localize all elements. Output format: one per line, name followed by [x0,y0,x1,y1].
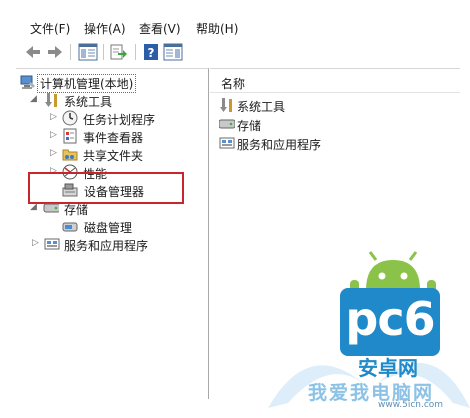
tree-item-storage[interactable]: ◢ 存储 [30,199,200,217]
expand-arrow-icon[interactable]: ▷ [50,130,57,140]
column-header-name[interactable]: 名称 [210,70,460,93]
system-tools-icon [45,93,57,107]
expand-arrow-icon[interactable]: ▷ [32,238,39,248]
tree-item-task-scheduler[interactable]: ▷ 任务计划程序 [50,109,200,127]
pc6-logo: pc6 [340,288,440,356]
toolbar-separator [103,44,104,60]
column-header-label: 名称 [221,77,246,91]
toolbar: ? [0,38,470,66]
list-item-label: 系统工具 [237,100,286,114]
list-item-label: 存储 [237,119,262,133]
tree-item-label: 事件查看器 [83,131,144,145]
tree-item-label: 计算机管理(本地) [36,74,137,93]
menu-help[interactable]: 帮助(H) [196,20,238,37]
toolbar-separator [70,44,71,60]
disk-management-icon [62,222,78,232]
menu-file[interactable]: 文件(F) [30,20,70,37]
tree-item-label: 共享文件夹 [83,149,144,163]
expand-arrow-icon[interactable]: ▷ [50,112,57,122]
show-hide-console-tree-icon[interactable] [78,43,98,61]
list-item-label: 服务和应用程序 [237,138,322,152]
storage-icon [219,119,235,129]
export-list-icon[interactable] [110,43,128,61]
services-applications-icon [44,238,60,250]
help-icon[interactable]: ? [143,43,159,61]
back-arrow-icon[interactable] [24,43,42,61]
toolbar-separator [135,44,136,60]
watermark-url-text: www.5icn.com [378,400,444,410]
list-item-storage[interactable]: 存储 [219,115,419,133]
shared-folder-icon [62,149,78,161]
computer-management-icon [20,75,35,89]
tree-item-label: 任务计划程序 [83,113,156,127]
forward-arrow-icon[interactable] [46,43,64,61]
list-item-system-tools[interactable]: 系统工具 [219,96,419,114]
collapse-arrow-icon[interactable]: ◢ [30,94,37,104]
svg-text:?: ? [148,46,155,60]
list-item-services-and-applications[interactable]: 服务和应用程序 [219,134,419,152]
tree-item-computer-management[interactable]: 计算机管理(本地) [20,73,200,93]
tree-item-system-tools[interactable]: ◢ 系统工具 [30,91,200,109]
expand-arrow-icon[interactable]: ▷ [50,148,57,158]
system-tools-icon [220,98,232,112]
pc6-watermark: pc6 安卓网 我爱我电脑网 www.5icn.com [268,248,470,418]
tree-item-label: 系统工具 [64,95,113,109]
tree-item-label: 存储 [64,203,89,217]
menu-action[interactable]: 操作(A) [84,20,126,37]
collapse-arrow-icon[interactable]: ◢ [30,202,37,212]
services-applications-icon [219,137,235,149]
event-viewer-icon [63,128,77,144]
properties-pane-icon[interactable] [163,43,183,61]
storage-icon [43,203,59,213]
tree-item-event-viewer[interactable]: ▷ 事件查看器 [50,127,200,145]
tree-item-shared-folders[interactable]: ▷ 共享文件夹 [50,145,200,163]
watermark-brand-text: 安卓网 [358,356,418,380]
clock-icon [62,110,78,126]
tree-item-services-and-applications[interactable]: ▷ 服务和应用程序 [30,235,200,253]
tree-item-label: 磁盘管理 [84,221,133,235]
menu-bar: 文件(F) 操作(A) 查看(V) 帮助(H) [0,14,470,38]
menu-view[interactable]: 查看(V) [139,20,181,37]
tree-item-disk-management[interactable]: 磁盘管理 [62,217,192,235]
pc6-logo-text: pc6 [345,292,435,346]
tree-item-label: 服务和应用程序 [64,239,149,253]
